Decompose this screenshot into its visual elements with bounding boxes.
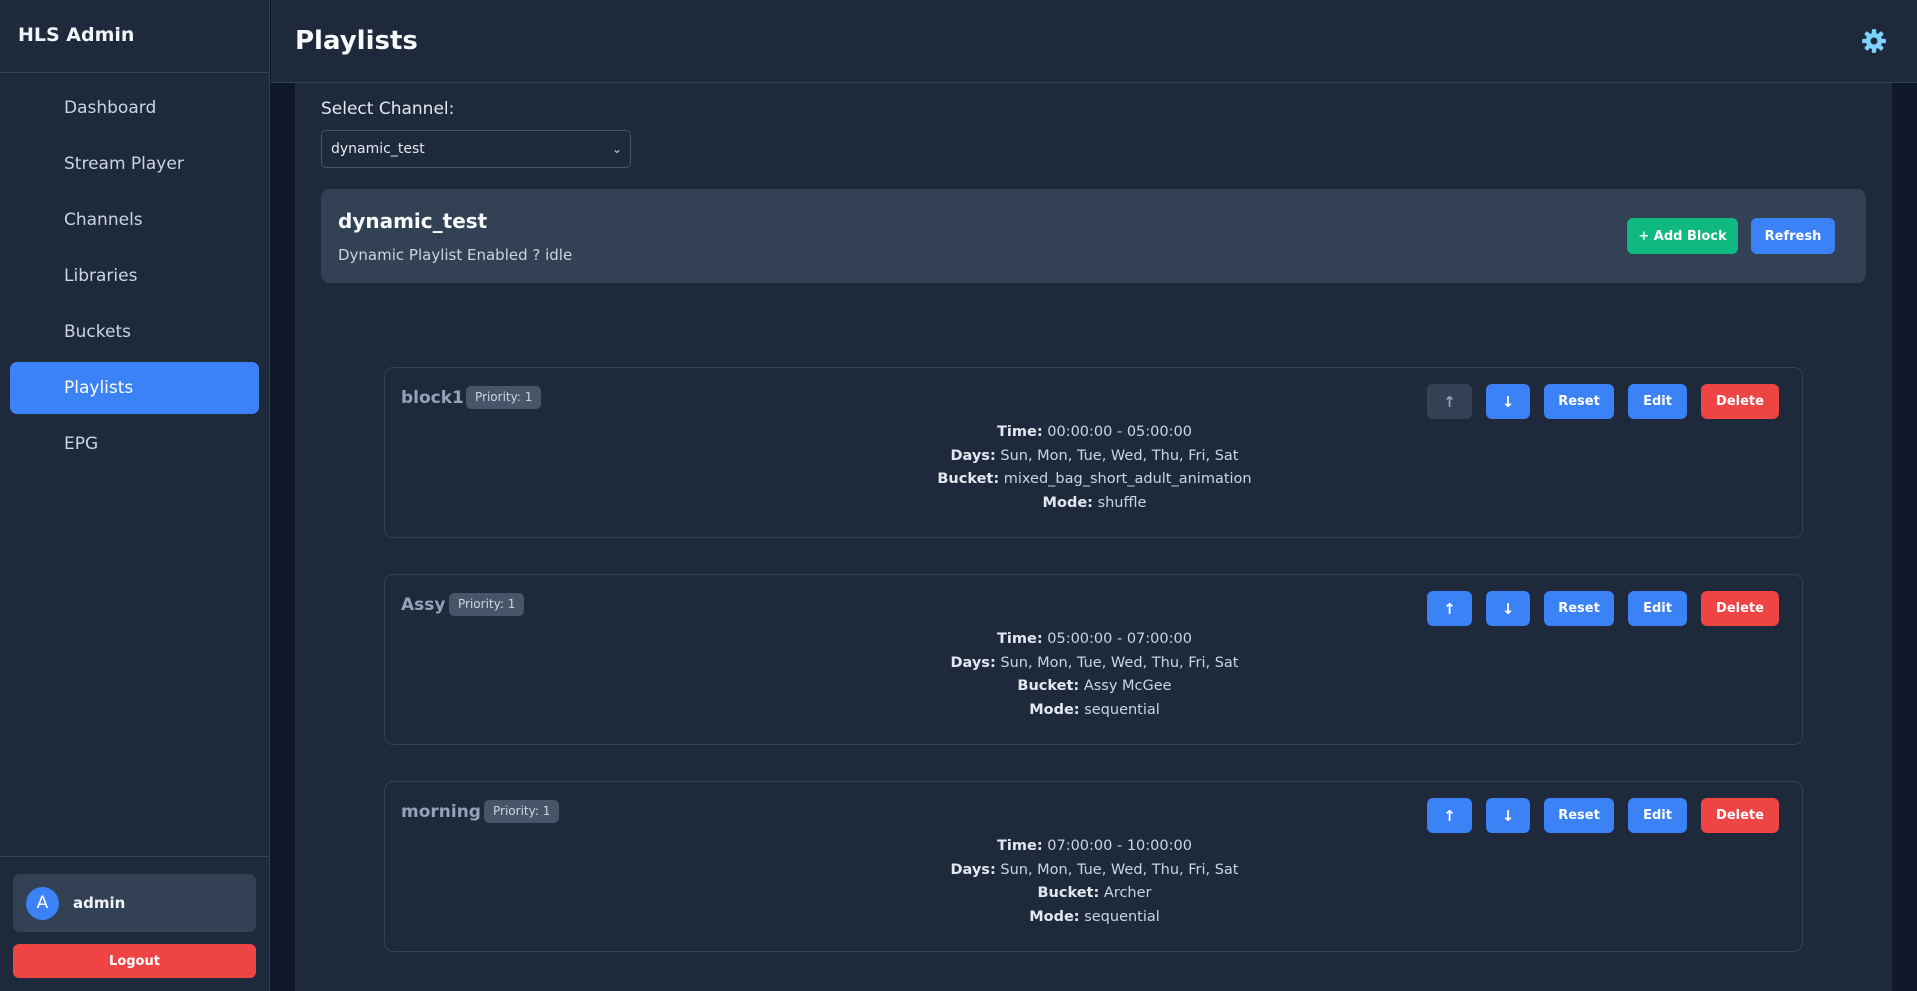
block-details: Time: 05:00:00 - 07:00:00 Days: Sun, Mon… xyxy=(385,628,1804,722)
mode-value: sequential xyxy=(1084,701,1160,718)
sidebar-item-dashboard[interactable]: Dashboard xyxy=(10,82,259,134)
bucket-label: Bucket: xyxy=(1037,885,1100,902)
app-title: HLS Admin xyxy=(0,0,269,73)
move-down-button[interactable]: ↓ xyxy=(1486,384,1530,419)
mode-label: Mode: xyxy=(1029,908,1080,925)
move-down-button[interactable]: ↓ xyxy=(1486,798,1530,833)
move-up-button[interactable]: ↑ xyxy=(1427,384,1472,419)
mode-value: sequential xyxy=(1084,908,1160,925)
playlist-block: block1 Priority: 1 ↑ ↓ Reset Edit Delete… xyxy=(384,367,1803,538)
time-label: Time: xyxy=(997,838,1043,854)
time-label: Time: xyxy=(997,631,1043,647)
mode-value: shuffle xyxy=(1097,494,1147,511)
sidebar-item-channels[interactable]: Channels xyxy=(10,194,259,246)
move-down-button[interactable]: ↓ xyxy=(1486,591,1530,626)
bucket-label: Bucket: xyxy=(937,471,1000,488)
sidebar-item-stream-player[interactable]: Stream Player xyxy=(10,138,259,190)
priority-badge: Priority: 1 xyxy=(466,386,542,409)
days-label: Days: xyxy=(950,447,996,464)
sidebar-footer: A admin Logout xyxy=(0,856,269,991)
reset-button[interactable]: Reset xyxy=(1544,591,1614,626)
days-label: Days: xyxy=(950,861,996,878)
delete-button[interactable]: Delete xyxy=(1701,798,1779,833)
sidebar-item-epg[interactable]: EPG xyxy=(10,418,259,470)
reset-button[interactable]: Reset xyxy=(1544,384,1614,419)
page-title: Playlists xyxy=(295,26,418,56)
add-block-button[interactable]: + Add Block xyxy=(1627,218,1738,254)
edit-button[interactable]: Edit xyxy=(1628,798,1687,833)
avatar: A xyxy=(26,886,59,920)
bucket-label: Bucket: xyxy=(1017,678,1080,695)
logout-button[interactable]: Logout xyxy=(13,944,256,978)
mode-label: Mode: xyxy=(1029,701,1080,718)
bucket-value: Archer xyxy=(1103,885,1152,902)
channel-status: Dynamic Playlist Enabled ? idle xyxy=(338,246,573,264)
gear-icon[interactable] xyxy=(1861,28,1887,54)
time-value: 07:00:00 - 10:00:00 xyxy=(1047,838,1192,854)
mode-label: Mode: xyxy=(1042,494,1093,511)
channel-panel: dynamic_test Dynamic Playlist Enabled ? … xyxy=(321,189,1866,283)
user-info: A admin xyxy=(13,874,256,932)
bucket-value: Assy McGee xyxy=(1083,678,1172,695)
channel-name: dynamic_test xyxy=(338,209,488,233)
time-value: 00:00:00 - 05:00:00 xyxy=(1047,424,1192,440)
time-value: 05:00:00 - 07:00:00 xyxy=(1047,631,1192,647)
block-details: Time: 07:00:00 - 10:00:00 Days: Sun, Mon… xyxy=(385,835,1804,929)
sidebar-item-playlists[interactable]: Playlists xyxy=(10,362,259,414)
channel-select[interactable]: dynamic_test ⌄ xyxy=(321,130,631,168)
days-value: Sun, Mon, Tue, Wed, Thu, Fri, Sat xyxy=(1000,654,1239,671)
priority-badge: Priority: 1 xyxy=(484,800,560,823)
select-channel-label: Select Channel: xyxy=(321,99,455,119)
block-name: block1 xyxy=(401,388,464,408)
days-label: Days: xyxy=(950,654,996,671)
block-name: morning xyxy=(401,802,481,822)
top-header: Playlists xyxy=(271,0,1917,83)
time-label: Time: xyxy=(997,424,1043,440)
edit-button[interactable]: Edit xyxy=(1628,591,1687,626)
edit-button[interactable]: Edit xyxy=(1628,384,1687,419)
block-name: Assy xyxy=(401,595,446,615)
priority-badge: Priority: 1 xyxy=(449,593,525,616)
reset-button[interactable]: Reset xyxy=(1544,798,1614,833)
sidebar-item-libraries[interactable]: Libraries xyxy=(10,250,259,302)
bucket-value: mixed_bag_short_adult_animation xyxy=(1003,471,1252,488)
playlist-block: morning Priority: 1 ↑ ↓ Reset Edit Delet… xyxy=(384,781,1803,952)
username: admin xyxy=(73,894,126,912)
chevron-down-icon: ⌄ xyxy=(611,142,622,156)
sidebar: HLS Admin Dashboard Stream Player Channe… xyxy=(0,0,270,991)
move-up-button[interactable]: ↑ xyxy=(1427,798,1472,833)
days-value: Sun, Mon, Tue, Wed, Thu, Fri, Sat xyxy=(1000,447,1239,464)
delete-button[interactable]: Delete xyxy=(1701,591,1779,626)
block-details: Time: 00:00:00 - 05:00:00 Days: Sun, Mon… xyxy=(385,421,1804,515)
delete-button[interactable]: Delete xyxy=(1701,384,1779,419)
refresh-button[interactable]: Refresh xyxy=(1751,218,1835,254)
sidebar-nav: Dashboard Stream Player Channels Librari… xyxy=(0,73,269,470)
channel-select-value: dynamic_test xyxy=(331,141,425,157)
move-up-button[interactable]: ↑ xyxy=(1427,591,1472,626)
days-value: Sun, Mon, Tue, Wed, Thu, Fri, Sat xyxy=(1000,861,1239,878)
playlist-block: Assy Priority: 1 ↑ ↓ Reset Edit Delete T… xyxy=(384,574,1803,745)
sidebar-item-buckets[interactable]: Buckets xyxy=(10,306,259,358)
main-content: Select Channel: dynamic_test ⌄ dynamic_t… xyxy=(295,83,1892,991)
